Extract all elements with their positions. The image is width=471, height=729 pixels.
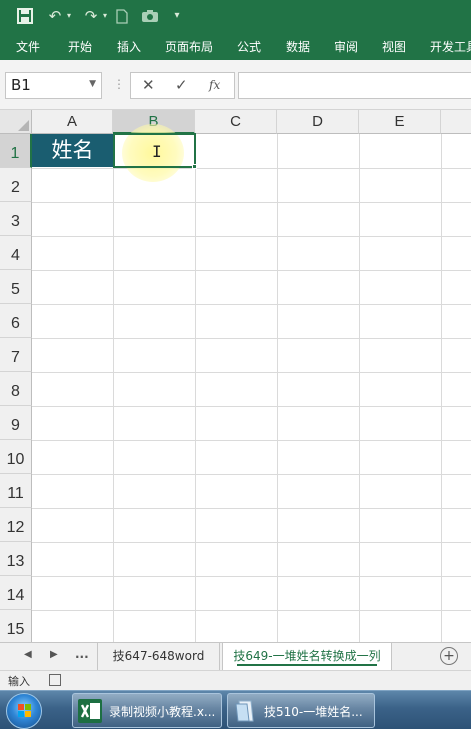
column-header-e[interactable]: E [359, 110, 441, 134]
tab-review[interactable]: 审阅 [334, 34, 358, 60]
excel-icon [78, 699, 102, 723]
column-header-a[interactable]: A [32, 110, 113, 134]
enter-icon[interactable]: ✓ [175, 76, 188, 94]
formula-buttons: ✕ ✓ fx [130, 72, 235, 99]
gridline [32, 202, 471, 203]
chevron-down-icon[interactable]: ▼ [89, 79, 96, 89]
column-header-c[interactable]: C [195, 110, 277, 134]
select-all-triangle-icon [18, 120, 29, 131]
save-icon[interactable] [14, 6, 36, 26]
sheet-tab-649[interactable]: 技649-一堆姓名转换成一列 [222, 643, 392, 670]
taskbar-item-excel[interactable]: 录制视频小教程.x... [72, 693, 222, 728]
document-icon [233, 699, 257, 723]
macro-record-icon[interactable] [49, 674, 61, 686]
text-cursor-icon: I [152, 142, 162, 161]
sheet-tab-label: 技647-648word [112, 649, 205, 663]
row-header-7[interactable]: 7 [0, 338, 32, 372]
gridline [32, 576, 471, 577]
customize-toolbar-icon[interactable]: ▾ [170, 6, 184, 26]
fill-handle[interactable] [192, 164, 197, 169]
row-header-10[interactable]: 10 [0, 440, 32, 474]
tab-formulas[interactable]: 公式 [237, 34, 261, 60]
gridline [32, 542, 471, 543]
gridline [32, 440, 471, 441]
status-bar: 输入 [0, 670, 471, 690]
name-box[interactable]: B1 ▼ [5, 72, 102, 99]
sheet-tab-647-648[interactable]: 技647-648word [97, 643, 220, 670]
gridline [32, 304, 471, 305]
row-header-4[interactable]: 4 [0, 236, 32, 270]
gridline [277, 134, 278, 642]
gridline [32, 508, 471, 509]
cell-a1[interactable]: 姓名 [32, 134, 113, 167]
row-header-15[interactable]: 15 [0, 610, 32, 642]
tab-developer[interactable]: 开发工具 [430, 34, 471, 60]
tab-file[interactable]: 文件 [16, 34, 40, 60]
row-header-3[interactable]: 3 [0, 202, 32, 236]
undo-icon[interactable]: ↶ [44, 6, 66, 26]
tab-home[interactable]: 开始 [68, 34, 92, 60]
formula-bar-splitter-icon[interactable]: ⋮ [113, 77, 125, 91]
formula-bar: B1 ▼ ⋮ ✕ ✓ fx [0, 60, 471, 110]
tab-page-layout[interactable]: 页面布局 [165, 34, 213, 60]
more-sheets-button[interactable]: ... [75, 647, 89, 661]
windows-taskbar: 录制视频小教程.x... 技510-一堆姓名... [0, 690, 471, 729]
formula-input[interactable] [238, 72, 471, 99]
gridline [32, 270, 471, 271]
taskbar-item-word[interactable]: 技510-一堆姓名... [227, 693, 375, 728]
cancel-icon[interactable]: ✕ [142, 76, 155, 94]
row-header-2[interactable]: 2 [0, 168, 32, 202]
sheet-tab-bar: ◀ ▶ ... 技647-648word 技649-一堆姓名转换成一列 + [0, 642, 471, 670]
ribbon-tabs: 文件 开始 插入 页面布局 公式 数据 审阅 视图 开发工具 [0, 34, 471, 60]
row-header-11[interactable]: 11 [0, 474, 32, 508]
insert-function-icon[interactable]: fx [209, 78, 220, 92]
row-header-14[interactable]: 14 [0, 576, 32, 610]
row-header-12[interactable]: 12 [0, 508, 32, 542]
tab-data[interactable]: 数据 [286, 34, 310, 60]
gridline [359, 134, 360, 642]
column-header-f[interactable] [441, 110, 471, 134]
quick-access-toolbar: ↶ ▾ ↷ ▾ ▾ [0, 0, 471, 34]
gridline [32, 168, 471, 169]
row-header-9[interactable]: 9 [0, 406, 32, 440]
windows-logo-icon [18, 704, 32, 718]
row-header-5[interactable]: 5 [0, 270, 32, 304]
row-header-6[interactable]: 6 [0, 304, 32, 338]
select-all-button[interactable] [0, 110, 32, 134]
scroll-tabs-right-icon[interactable]: ▶ [50, 649, 58, 660]
row-header-1[interactable]: 1 [0, 134, 32, 168]
undo-dropdown-icon[interactable]: ▾ [64, 6, 74, 26]
redo-dropdown-icon[interactable]: ▾ [100, 6, 110, 26]
redo-icon[interactable]: ↷ [80, 6, 102, 26]
gridline [32, 338, 471, 339]
worksheet-grid: A B C D E 1 2 3 4 5 6 7 8 9 10 11 12 13 … [0, 110, 471, 642]
gridline [32, 474, 471, 475]
gridline [195, 134, 196, 642]
gridline [441, 134, 442, 642]
name-box-value: B1 [11, 76, 31, 94]
taskbar-item-label: 录制视频小教程.x... [109, 705, 216, 719]
sheet-tab-label: 技649-一堆姓名转换成一列 [233, 649, 381, 663]
gridline [32, 236, 471, 237]
gridline [32, 406, 471, 407]
tab-view[interactable]: 视图 [382, 34, 406, 60]
new-document-icon[interactable] [114, 6, 130, 26]
gridline [32, 610, 471, 611]
gridline [113, 134, 114, 642]
row-header-8[interactable]: 8 [0, 372, 32, 406]
active-tab-underline [237, 664, 377, 666]
tab-insert[interactable]: 插入 [117, 34, 141, 60]
taskbar-item-label: 技510-一堆姓名... [264, 705, 363, 719]
scroll-tabs-left-icon[interactable]: ◀ [24, 649, 32, 660]
gridline [32, 372, 471, 373]
start-button[interactable] [6, 693, 42, 729]
status-mode: 输入 [8, 675, 30, 688]
row-header-13[interactable]: 13 [0, 542, 32, 576]
camera-icon[interactable] [140, 6, 160, 26]
column-header-d[interactable]: D [277, 110, 359, 134]
add-sheet-icon[interactable]: + [440, 647, 458, 665]
